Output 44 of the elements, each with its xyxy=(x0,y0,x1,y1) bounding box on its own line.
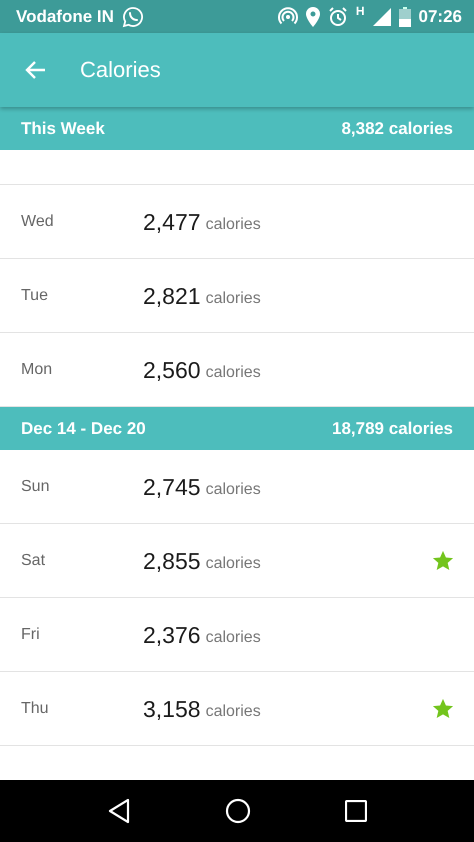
location-icon xyxy=(306,6,320,26)
calorie-value: 2,745 xyxy=(143,474,201,501)
recents-icon[interactable] xyxy=(345,800,367,822)
calorie-value: 2,376 xyxy=(143,622,201,649)
network-type: H xyxy=(356,4,365,18)
week-title: This Week xyxy=(21,118,105,138)
calorie-value: 2,560 xyxy=(143,357,201,384)
week-total: 18,789 calories xyxy=(332,418,453,438)
day-label: Mon xyxy=(21,360,54,378)
alarm-icon xyxy=(328,6,348,26)
back-nav-icon[interactable] xyxy=(107,798,131,824)
clock: 07:26 xyxy=(418,6,462,26)
carrier-name: Vodafone IN xyxy=(16,6,114,26)
day-row[interactable]: Sat 2,855 calories xyxy=(0,524,474,598)
day-label: Sun xyxy=(21,478,50,496)
calorie-unit: calories xyxy=(206,554,261,572)
signal-icon xyxy=(372,8,391,26)
hotspot-icon xyxy=(278,6,298,26)
calorie-unit: calories xyxy=(206,628,261,646)
calorie-unit: calories xyxy=(206,290,261,308)
day-row[interactable]: Wed 2,477 calories xyxy=(0,185,474,259)
battery-icon xyxy=(398,6,411,26)
home-icon[interactable] xyxy=(225,798,251,824)
day-label: Sat xyxy=(21,552,46,570)
calorie-unit: calories xyxy=(206,216,261,234)
day-label: Fri xyxy=(21,626,41,644)
chat-icon xyxy=(122,6,144,28)
day-label: Tue xyxy=(21,286,49,304)
calorie-value: 2,855 xyxy=(143,548,201,575)
calorie-unit: calories xyxy=(206,702,261,720)
week-total: 8,382 calories xyxy=(341,118,453,138)
calorie-value: 2,477 xyxy=(143,209,201,236)
calorie-value: 2,821 xyxy=(143,283,201,310)
day-row[interactable]: Sun 2,745 calories xyxy=(0,450,474,524)
day-row[interactable]: Tue 2,821 calories xyxy=(0,259,474,333)
calorie-value: 3,158 xyxy=(143,696,201,723)
day-label: Thu xyxy=(21,700,50,718)
calorie-unit: calories xyxy=(206,480,261,498)
day-row[interactable]: Thu 3,158 calories xyxy=(0,672,474,746)
screen-title: Calories xyxy=(80,57,161,83)
calorie-unit: calories xyxy=(206,364,261,382)
day-row[interactable]: Fri 2,376 calories xyxy=(0,598,474,672)
week-title: Dec 14 - Dec 20 xyxy=(21,418,146,438)
day-label: Wed xyxy=(21,212,55,230)
